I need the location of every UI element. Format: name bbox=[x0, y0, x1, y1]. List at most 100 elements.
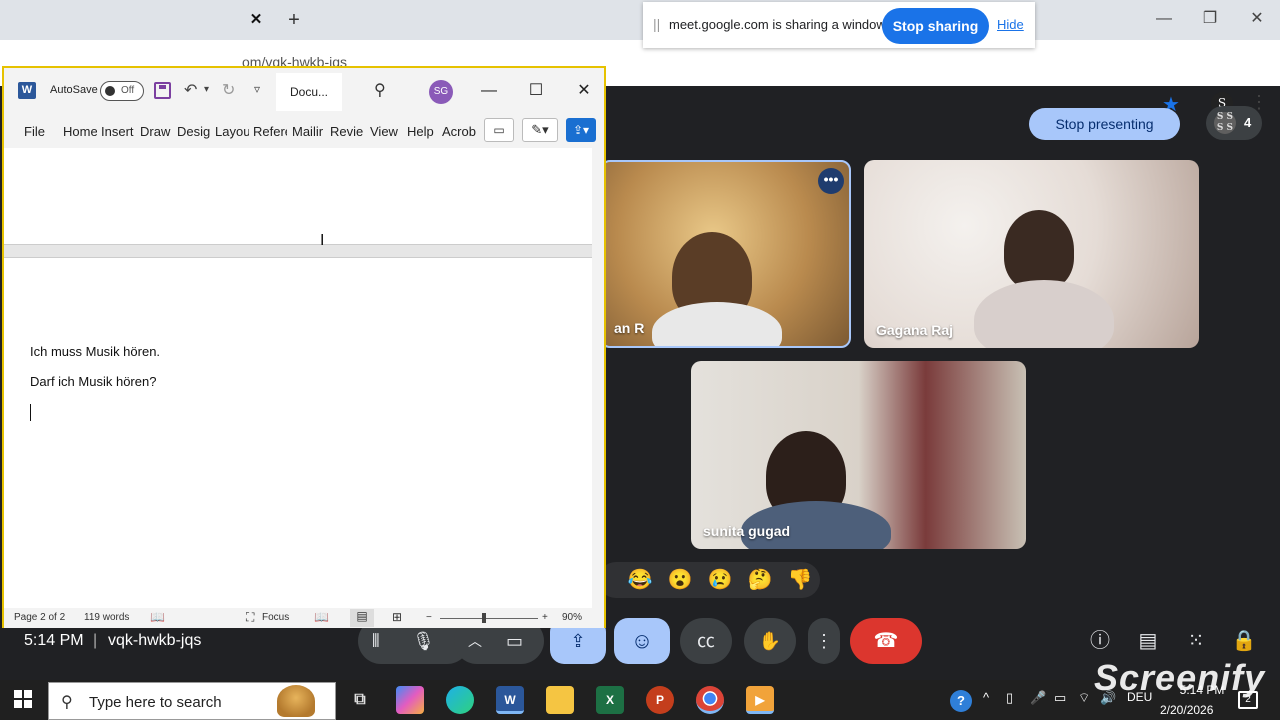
new-tab-button[interactable]: + bbox=[284, 8, 304, 32]
tab-home[interactable]: Home bbox=[63, 124, 97, 139]
tab-view[interactable]: View bbox=[370, 124, 398, 139]
participant-count: 4 bbox=[1244, 115, 1252, 130]
zoom-slider-thumb[interactable] bbox=[482, 613, 486, 623]
activities-icon[interactable]: ⁙ bbox=[1179, 624, 1213, 658]
undo-dropdown-icon[interactable]: ▾ bbox=[204, 84, 209, 95]
document-line[interactable]: Darf ich Musik hören? bbox=[30, 374, 156, 389]
hide-sharing-bar-link[interactable]: Hide bbox=[997, 17, 1024, 32]
zoom-out-button[interactable]: − bbox=[426, 612, 432, 623]
tab-review[interactable]: Revie bbox=[330, 124, 364, 139]
browser-close-button[interactable]: ✕ bbox=[1245, 8, 1269, 30]
leave-call-button[interactable]: ☎ bbox=[850, 618, 922, 664]
reaction-thumbs-down[interactable]: 👎 bbox=[786, 566, 814, 594]
word-count[interactable]: 119 words bbox=[84, 612, 129, 623]
screenify-watermark: Screenify bbox=[1094, 657, 1266, 698]
copilot-icon[interactable] bbox=[396, 686, 424, 714]
stop-sharing-button[interactable]: Stop sharing bbox=[882, 8, 989, 44]
zoom-level[interactable]: 90% bbox=[562, 612, 582, 623]
taskbar-date[interactable]: 2/20/2026 bbox=[1160, 703, 1213, 717]
comments-button[interactable]: ▭ bbox=[484, 118, 514, 142]
tab-layout[interactable]: Layou bbox=[215, 124, 249, 139]
drag-handle-icon[interactable]: || bbox=[653, 16, 660, 32]
document-title[interactable]: Docu... bbox=[276, 73, 342, 111]
browser-minimize-button[interactable]: — bbox=[1152, 8, 1176, 30]
video-tile[interactable]: an R bbox=[600, 160, 851, 348]
focus-label[interactable]: Focus bbox=[262, 612, 289, 623]
network-icon[interactable]: ⌔ bbox=[1078, 690, 1090, 706]
autosave-toggle[interactable]: Off bbox=[100, 81, 144, 101]
zoom-in-button[interactable]: + bbox=[542, 612, 548, 623]
user-avatar[interactable]: SG bbox=[429, 80, 453, 104]
excel-icon[interactable]: X bbox=[596, 686, 624, 714]
customize-qat-icon[interactable]: ▿ bbox=[254, 82, 260, 96]
powerpoint-icon[interactable]: P bbox=[646, 686, 674, 714]
captions-button[interactable]: ㏄ bbox=[680, 618, 732, 664]
tab-close-button[interactable]: ✕ bbox=[248, 9, 264, 31]
participants-button[interactable]: S SS S 4 bbox=[1206, 106, 1262, 140]
zoom-slider[interactable] bbox=[440, 618, 538, 619]
tab-references[interactable]: Refere bbox=[253, 124, 287, 139]
search-icon[interactable]: ⚲ bbox=[374, 80, 386, 100]
proofing-icon[interactable]: 📖 bbox=[150, 610, 165, 624]
video-tile[interactable]: Gagana Raj bbox=[864, 160, 1199, 348]
task-view-icon[interactable]: ⧉ bbox=[346, 686, 374, 714]
help-icon[interactable]: ? bbox=[950, 690, 972, 712]
host-controls-icon[interactable]: 🔒 bbox=[1227, 624, 1261, 658]
participant-video bbox=[1004, 210, 1074, 290]
word-title-bar: W AutoSave Off ↶ ▾ ↻ ▿ Docu... ⚲ SG — ☐ … bbox=[4, 68, 604, 114]
print-layout-icon[interactable]: ▤ bbox=[350, 609, 374, 627]
read-mode-icon[interactable]: 📖 bbox=[314, 610, 329, 624]
reaction-surprised[interactable]: 😮 bbox=[666, 566, 694, 594]
search-placeholder: Type here to search bbox=[89, 694, 222, 711]
share-button[interactable]: ⇪▾ bbox=[566, 118, 596, 142]
more-options-button[interactable]: ⋮ bbox=[808, 618, 840, 664]
page-count[interactable]: Page 2 of 2 bbox=[14, 612, 65, 623]
more-options-icon[interactable]: ••• bbox=[818, 168, 844, 194]
tab-insert[interactable]: Insert bbox=[101, 124, 135, 139]
vertical-scrollbar[interactable] bbox=[592, 148, 604, 608]
media-player-taskbar-icon[interactable]: ▶ bbox=[746, 686, 774, 714]
tab-mailings[interactable]: Mailir bbox=[292, 124, 326, 139]
word-taskbar-icon[interactable]: W bbox=[496, 686, 524, 714]
taskbar-search[interactable]: ⚲ Type here to search bbox=[48, 682, 336, 720]
reaction-thinking[interactable]: 🤔 bbox=[746, 566, 774, 594]
focus-icon[interactable]: ⛶ bbox=[246, 610, 254, 625]
stop-presenting-button[interactable]: Stop presenting bbox=[1029, 108, 1180, 140]
device-icon[interactable]: ▯ bbox=[1006, 690, 1013, 706]
word-window[interactable]: W AutoSave Off ↶ ▾ ↻ ▿ Docu... ⚲ SG — ☐ … bbox=[2, 66, 606, 628]
document-line[interactable]: Ich muss Musik hören. bbox=[30, 344, 160, 359]
tab-help[interactable]: Help bbox=[407, 124, 434, 139]
video-tile[interactable]: sunita gugad bbox=[691, 361, 1026, 549]
tab-file[interactable]: File bbox=[24, 124, 45, 139]
participant-name: sunita gugad bbox=[703, 523, 791, 539]
close-icon[interactable]: ✕ bbox=[571, 80, 597, 102]
browser-tab-strip: ✕ + — ❐ ✕ bbox=[0, 0, 1280, 40]
redo-icon[interactable]: ↻ bbox=[222, 80, 235, 100]
tab-acrobat[interactable]: Acrob bbox=[442, 124, 476, 139]
windows-start-icon[interactable] bbox=[14, 690, 32, 708]
chat-icon[interactable]: ▤ bbox=[1131, 624, 1165, 658]
tab-design[interactable]: Desig bbox=[177, 124, 211, 139]
microphone-tray-icon[interactable]: 🎤 bbox=[1030, 690, 1046, 706]
ibeam-cursor-icon: I bbox=[320, 232, 325, 249]
send-reaction-button[interactable]: ☺ bbox=[614, 618, 670, 664]
browser-restore-button[interactable]: ❐ bbox=[1198, 8, 1222, 30]
edge-icon[interactable] bbox=[446, 686, 474, 714]
web-layout-icon[interactable]: ⊞ bbox=[392, 610, 402, 624]
battery-icon[interactable]: ▭ bbox=[1054, 690, 1066, 706]
meeting-details-icon[interactable]: ⓘ bbox=[1083, 624, 1117, 658]
chrome-icon[interactable] bbox=[696, 686, 724, 714]
maximize-icon[interactable]: ☐ bbox=[523, 80, 549, 102]
tab-draw[interactable]: Draw bbox=[140, 124, 174, 139]
file-explorer-icon[interactable] bbox=[546, 686, 574, 714]
save-icon[interactable] bbox=[154, 82, 171, 99]
chevron-up-icon[interactable]: ^ bbox=[983, 690, 989, 705]
raise-hand-button[interactable]: ✋ bbox=[744, 618, 796, 664]
participant-avatars: S SS S bbox=[1214, 112, 1236, 134]
document-canvas[interactable]: Ich muss Musik hören. Darf ich Musik hör… bbox=[4, 148, 592, 608]
reaction-sad[interactable]: 😢 bbox=[706, 566, 734, 594]
reaction-laugh[interactable]: 😂 bbox=[626, 566, 654, 594]
minimize-icon[interactable]: — bbox=[476, 80, 502, 102]
editing-mode-button[interactable]: ✎▾ bbox=[522, 118, 558, 142]
undo-icon[interactable]: ↶ bbox=[184, 80, 197, 100]
